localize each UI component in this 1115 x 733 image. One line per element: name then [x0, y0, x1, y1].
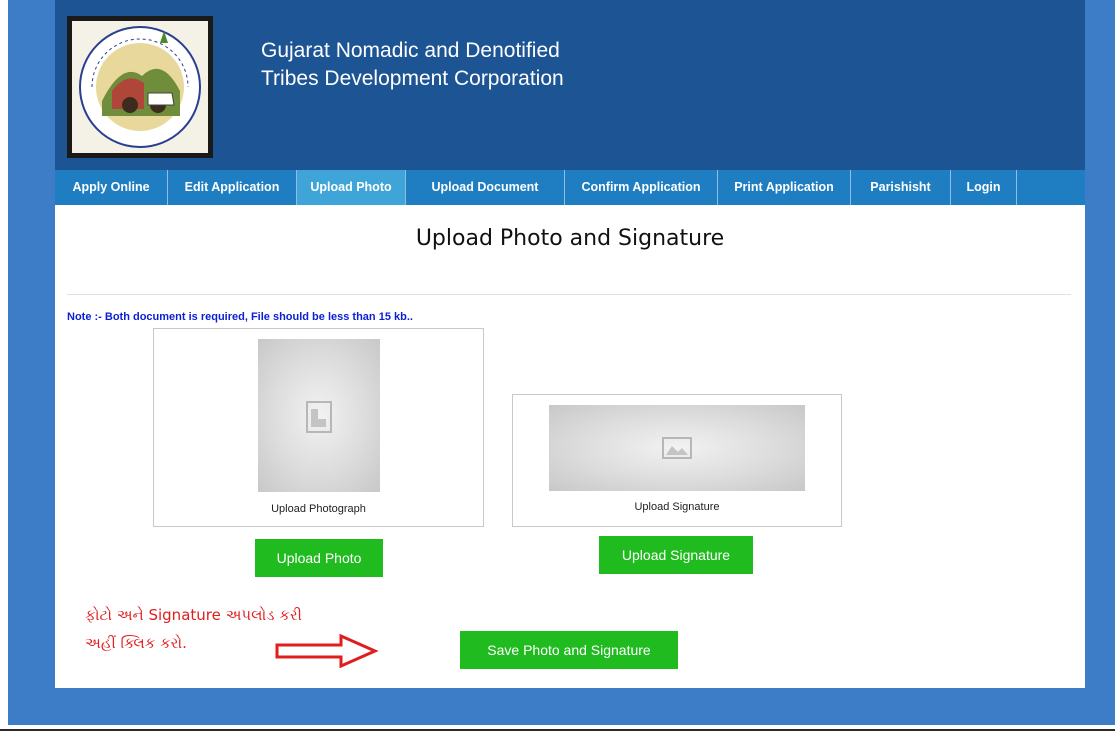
- image-placeholder-icon: [306, 401, 332, 433]
- main-frame: Gujarat Nomadic and Denotified Tribes De…: [55, 0, 1085, 688]
- signature-caption: Upload Signature: [634, 501, 720, 513]
- nav-login[interactable]: Login: [951, 170, 1017, 205]
- nav-print-application[interactable]: Print Application: [718, 170, 851, 205]
- image-placeholder-icon: [662, 437, 692, 459]
- organization-title: Gujarat Nomadic and Denotified Tribes De…: [261, 37, 564, 93]
- divider: [0, 729, 1115, 731]
- upload-photo-button[interactable]: Upload Photo: [255, 539, 383, 577]
- photo-preview-box[interactable]: Upload Photograph: [153, 328, 484, 527]
- arrow-right-icon: [275, 634, 379, 668]
- page-title: Upload Photo and Signature: [415, 226, 725, 251]
- photo-placeholder: [258, 339, 380, 492]
- nav-upload-document[interactable]: Upload Document: [406, 170, 565, 205]
- nav-upload-photo[interactable]: Upload Photo: [297, 170, 406, 205]
- instruction-line1: ફોટો અને Signature અપલોડ કરી: [85, 606, 302, 624]
- signature-preview-box[interactable]: Upload Signature: [512, 394, 842, 527]
- save-photo-signature-button[interactable]: Save Photo and Signature: [460, 631, 678, 669]
- signature-placeholder: [549, 405, 805, 491]
- site-header: Gujarat Nomadic and Denotified Tribes De…: [55, 0, 1085, 170]
- upload-signature-button[interactable]: Upload Signature: [599, 536, 753, 574]
- upload-note: Note :- Both document is required, File …: [67, 311, 413, 323]
- main-nav: Apply Online Edit Application Upload Pho…: [55, 170, 1085, 205]
- instruction-line2: અહીં ક્લિક કરો.: [85, 634, 187, 652]
- org-title-line1: Gujarat Nomadic and Denotified: [261, 39, 560, 62]
- nav-confirm-application[interactable]: Confirm Application: [565, 170, 718, 205]
- photo-caption: Upload Photograph: [271, 503, 366, 515]
- nav-edit-application[interactable]: Edit Application: [168, 170, 297, 205]
- logo-emblem: [67, 16, 213, 158]
- title-divider: [67, 294, 1071, 295]
- nav-apply-online[interactable]: Apply Online: [55, 170, 168, 205]
- org-title-line2: Tribes Development Corporation: [261, 67, 564, 90]
- nav-parishisht[interactable]: Parishisht: [851, 170, 951, 205]
